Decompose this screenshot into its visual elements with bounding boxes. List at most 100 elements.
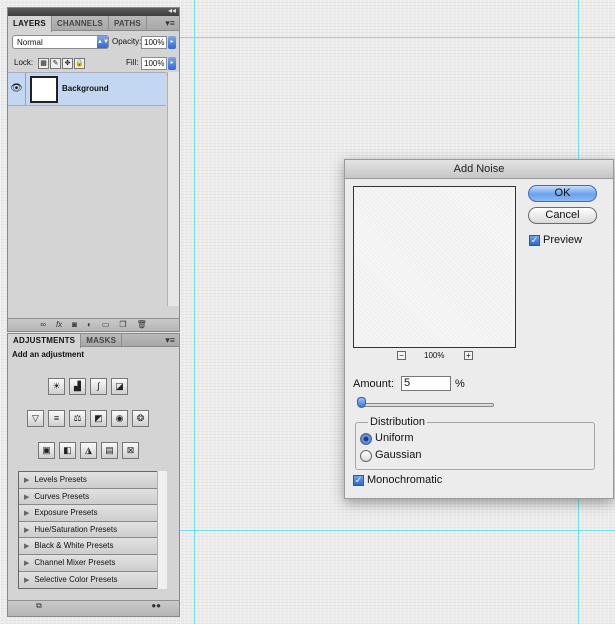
blend-mode-select[interactable]: Normal ▲▼ bbox=[12, 35, 109, 49]
adjustments-heading: Add an adjustment bbox=[12, 350, 85, 359]
tab-paths[interactable]: PATHS bbox=[109, 16, 147, 30]
threshold-icon[interactable]: ◮ bbox=[80, 442, 97, 459]
adjustment-icons-row-2: ▽ ≡ ⚖ ◩ ◉ ❂ bbox=[27, 410, 149, 427]
list-item[interactable]: ▶ Selective Color Presets bbox=[19, 571, 162, 589]
gradient-map-icon[interactable]: ▤ bbox=[101, 442, 118, 459]
disclosure-triangle-icon: ▶ bbox=[24, 543, 30, 551]
clip-to-layer-icon[interactable]: ●● bbox=[151, 601, 161, 616]
list-item[interactable]: ▶ Exposure Presets bbox=[19, 505, 162, 522]
tab-channels[interactable]: CHANNELS bbox=[52, 16, 109, 30]
list-item[interactable]: ▶ Curves Presets bbox=[19, 488, 162, 506]
layer-row-background[interactable]: 👁 Background bbox=[8, 72, 166, 106]
lock-icons: ▦ ✎ ✥ 🔒 bbox=[38, 58, 85, 69]
levels-icon[interactable]: ▟ bbox=[69, 378, 86, 395]
new-layer-icon[interactable]: ❐ bbox=[119, 320, 126, 331]
list-item[interactable]: ▶ Levels Presets bbox=[19, 472, 162, 489]
posterize-icon[interactable]: ◧ bbox=[59, 442, 76, 459]
panel-menu-icon[interactable]: ▾≡ bbox=[165, 18, 175, 29]
trash-icon[interactable]: 🗑 bbox=[137, 320, 147, 331]
lock-all-icon[interactable]: 🔒 bbox=[74, 58, 85, 69]
cancel-button[interactable]: Cancel bbox=[528, 207, 597, 224]
lock-transparent-icon[interactable]: ▦ bbox=[38, 58, 49, 69]
preview-checkbox[interactable]: ✓ bbox=[529, 235, 540, 246]
preset-label: Hue/Saturation Presets bbox=[34, 524, 118, 534]
disclosure-triangle-icon: ▶ bbox=[24, 510, 30, 518]
hue-saturation-icon[interactable]: ≡ bbox=[48, 410, 65, 427]
fill-input[interactable]: 100% bbox=[141, 57, 167, 70]
guide-line-vertical bbox=[194, 0, 195, 624]
noise-preview[interactable] bbox=[353, 186, 516, 348]
fill-dropdown-arrow-icon[interactable]: ▸ bbox=[168, 57, 176, 70]
adjustments-tab-bar: ADJUSTMENTS MASKS ▾≡ bbox=[8, 334, 179, 348]
photo-filter-icon[interactable]: ◉ bbox=[111, 410, 128, 427]
list-item[interactable]: ▶ Channel Mixer Presets bbox=[19, 554, 162, 572]
preset-label: Curves Presets bbox=[34, 491, 90, 501]
layers-scrollbar[interactable] bbox=[167, 72, 179, 306]
guide-line-horizontal bbox=[180, 530, 615, 531]
adjustment-icons-row-3: ▣ ◧ ◮ ▤ ⊠ bbox=[38, 442, 139, 459]
dialog-title: Add Noise bbox=[345, 160, 613, 179]
opacity-dropdown-arrow-icon[interactable]: ▸ bbox=[168, 36, 176, 49]
brightness-contrast-icon[interactable]: ☀ bbox=[48, 378, 65, 395]
adjustment-layer-icon[interactable]: ◐ bbox=[87, 320, 92, 331]
gaussian-label: Gaussian bbox=[375, 449, 422, 461]
link-layers-icon[interactable]: ∞ bbox=[40, 320, 46, 331]
color-balance-icon[interactable]: ⚖ bbox=[69, 410, 86, 427]
new-group-icon[interactable]: ▭ bbox=[102, 320, 110, 331]
opacity-input[interactable]: 100% bbox=[141, 36, 167, 49]
list-item[interactable]: ▶ Black & White Presets bbox=[19, 538, 162, 555]
layer-name: Background bbox=[62, 84, 109, 93]
ok-button[interactable]: OK bbox=[528, 185, 597, 202]
blend-row: Normal ▲▼ Opacity: 100% ▸ bbox=[8, 31, 179, 53]
tab-layers[interactable]: LAYERS bbox=[8, 16, 52, 32]
amount-input[interactable]: 5 bbox=[401, 376, 451, 391]
list-item[interactable]: ▶ Hue/Saturation Presets bbox=[19, 521, 162, 539]
layer-mask-icon[interactable]: ◙ bbox=[72, 320, 77, 331]
invert-icon[interactable]: ▣ bbox=[38, 442, 55, 459]
opacity-label: Opacity: bbox=[112, 37, 142, 46]
zoom-in-button[interactable]: + bbox=[464, 351, 473, 360]
selective-color-icon[interactable]: ⊠ bbox=[122, 442, 139, 459]
lock-position-icon[interactable]: ✥ bbox=[62, 58, 73, 69]
return-to-list-icon[interactable]: ⧉ bbox=[36, 601, 42, 616]
curves-icon[interactable]: ∫ bbox=[90, 378, 107, 395]
gaussian-radio[interactable] bbox=[360, 450, 372, 462]
disclosure-triangle-icon: ▶ bbox=[24, 493, 30, 501]
amount-slider-track[interactable] bbox=[359, 403, 494, 407]
lock-label: Lock: bbox=[14, 58, 34, 67]
fill-label: Fill: bbox=[126, 58, 139, 67]
adjustments-panel: ADJUSTMENTS MASKS ▾≡ Add an adjustment ☀… bbox=[7, 333, 180, 617]
preset-label: Channel Mixer Presets bbox=[34, 557, 116, 567]
panel-menu-icon[interactable]: ▾≡ bbox=[165, 335, 175, 346]
add-noise-dialog: Add Noise − 100% + OK Cancel ✓ Preview A… bbox=[344, 159, 614, 499]
panel-titlebar[interactable]: ◂◂ bbox=[8, 6, 179, 16]
presets-scrollbar[interactable] bbox=[157, 471, 167, 589]
exposure-icon[interactable]: ◪ bbox=[111, 378, 128, 395]
layer-thumbnail bbox=[30, 76, 58, 103]
preset-label: Exposure Presets bbox=[34, 508, 98, 518]
preset-label: Levels Presets bbox=[34, 475, 87, 484]
eye-icon[interactable]: 👁 bbox=[8, 73, 26, 105]
black-white-icon[interactable]: ◩ bbox=[90, 410, 107, 427]
collapse-icon[interactable]: ◂◂ bbox=[168, 6, 176, 15]
disclosure-triangle-icon: ▶ bbox=[24, 477, 30, 484]
adjustment-icons-row-1: ☀ ▟ ∫ ◪ bbox=[48, 378, 128, 395]
layer-style-icon[interactable]: fx bbox=[56, 320, 62, 331]
uniform-label: Uniform bbox=[375, 432, 414, 444]
monochromatic-checkbox[interactable]: ✓ bbox=[353, 475, 364, 486]
amount-slider-thumb[interactable] bbox=[357, 397, 367, 408]
channel-mixer-icon[interactable]: ❂ bbox=[132, 410, 149, 427]
lock-image-icon[interactable]: ✎ bbox=[50, 58, 61, 69]
adjustment-presets-list: ▶ Levels Presets ▶ Curves Presets ▶ Exposur… bbox=[18, 471, 163, 589]
amount-label: Amount: bbox=[353, 378, 394, 390]
monochromatic-label: Monochromatic bbox=[367, 474, 443, 486]
vibrance-icon[interactable]: ▽ bbox=[27, 410, 44, 427]
tab-adjustments[interactable]: ADJUSTMENTS bbox=[8, 334, 82, 348]
uniform-radio[interactable] bbox=[360, 433, 372, 445]
select-arrow-icon: ▲▼ bbox=[97, 36, 109, 48]
zoom-out-button[interactable]: − bbox=[397, 351, 406, 360]
adjustments-bottom-toolbar: ⧉ ●● bbox=[8, 600, 179, 616]
blend-mode-value: Normal bbox=[17, 38, 43, 47]
disclosure-triangle-icon: ▶ bbox=[24, 576, 30, 584]
tab-masks[interactable]: MASKS bbox=[81, 334, 123, 346]
